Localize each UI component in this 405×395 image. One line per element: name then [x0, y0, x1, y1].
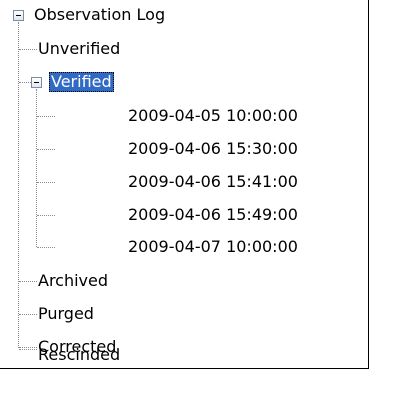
minus-icon: [34, 82, 39, 83]
tree-connector-level1: [18, 22, 19, 348]
tree-connector: [19, 314, 37, 315]
tree-node-verified[interactable]: Verified: [49, 72, 114, 92]
tree-connector: [37, 149, 55, 150]
tree-connector: [37, 182, 55, 183]
tree-connector: [19, 49, 37, 50]
tree-node-timestamp[interactable]: 2009-04-07 10:00:00: [128, 237, 298, 257]
collapse-toggle-observation-log[interactable]: [13, 10, 24, 21]
tree-node-timestamp[interactable]: 2009-04-06 15:30:00: [128, 139, 298, 159]
tree-connector: [37, 247, 55, 248]
tree-connector-level2: [36, 89, 37, 247]
observation-log-tree[interactable]: Observation Log Unverified Verified 2009…: [0, 0, 369, 369]
tree-node-rescinded[interactable]: Rescinded: [38, 345, 120, 365]
tree-connector: [37, 116, 55, 117]
tree-node-purged[interactable]: Purged: [38, 304, 94, 324]
tree-connector: [19, 281, 37, 282]
tree-node-observation-log[interactable]: Observation Log: [34, 5, 165, 25]
tree-node-archived[interactable]: Archived: [38, 271, 108, 291]
tree-node-unverified[interactable]: Unverified: [38, 39, 120, 59]
collapse-toggle-verified[interactable]: [31, 77, 42, 88]
tree-node-timestamp[interactable]: 2009-04-05 10:00:00: [128, 106, 298, 126]
tree-connector: [19, 347, 37, 348]
tree-connector: [37, 215, 55, 216]
tree-node-timestamp[interactable]: 2009-04-06 15:49:00: [128, 205, 298, 225]
tree-connector: [19, 349, 37, 350]
tree-node-timestamp[interactable]: 2009-04-06 15:41:00: [128, 172, 298, 192]
minus-icon: [16, 15, 21, 16]
